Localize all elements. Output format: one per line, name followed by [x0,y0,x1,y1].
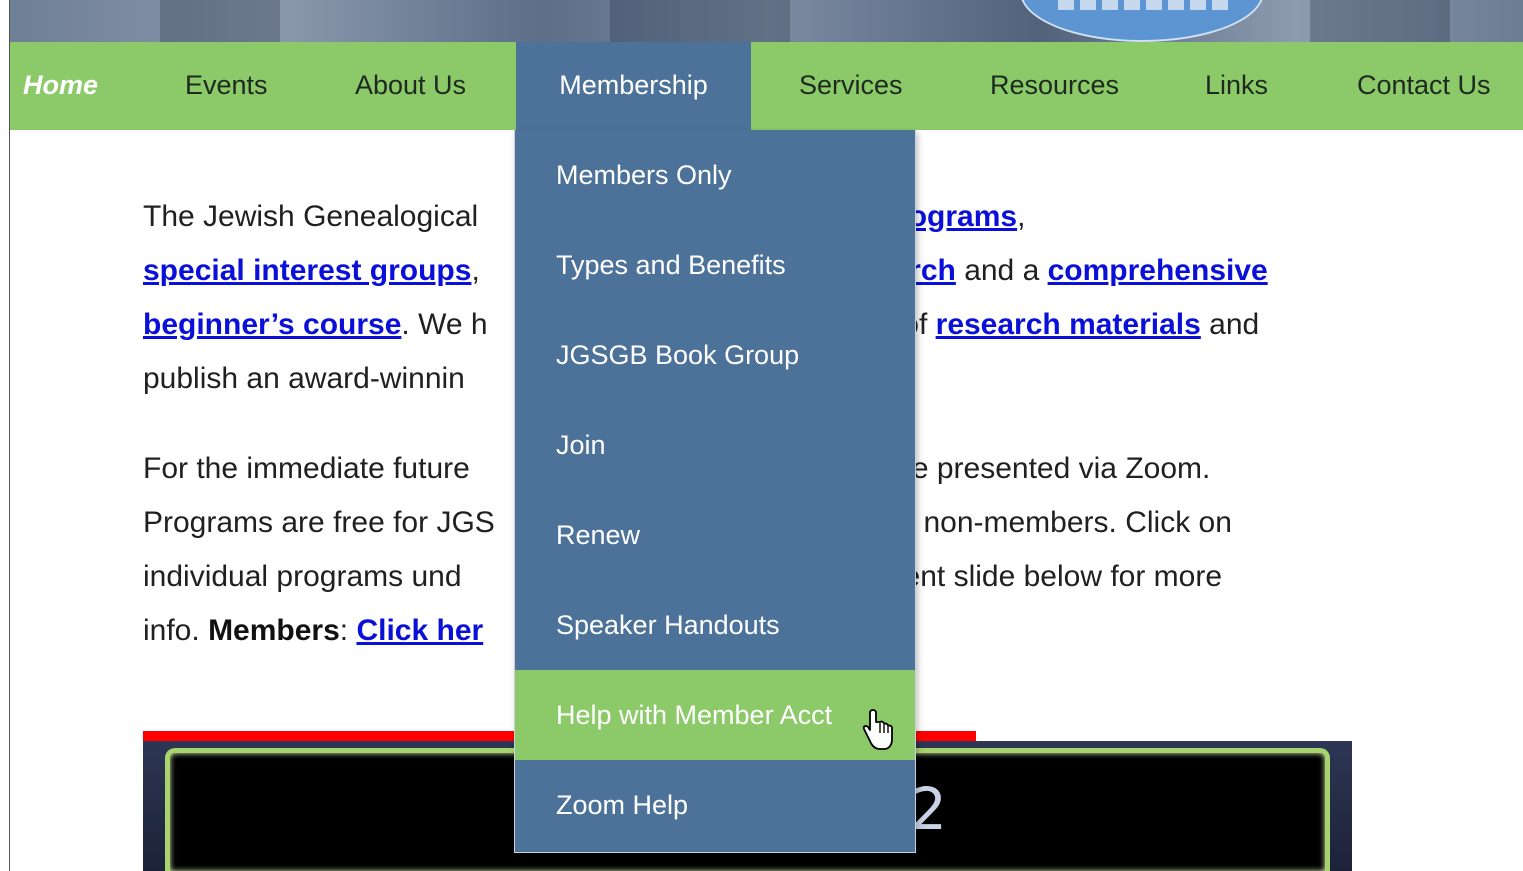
text: . We h [401,308,488,341]
text: and [1209,308,1260,341]
beginners-course-link[interactable]: beginner’s course [143,308,401,341]
text: event slide below for more [871,560,1223,593]
nav-item-membership[interactable]: Membership [516,42,751,130]
nav-item-about-us[interactable]: About Us [355,42,466,130]
text: and a [964,254,1040,287]
text: For the immediate future [143,452,470,485]
research-materials-link[interactable]: research materials [936,308,1201,341]
dropdown-item-renew[interactable]: Renew [515,490,915,580]
nav-item-services[interactable]: Services [799,42,903,130]
members-label: Members [208,614,340,647]
dropdown-item-types-and-benefits[interactable]: Types and Benefits [515,220,915,310]
hand-pointer-icon [862,709,893,750]
special-interest-groups-link[interactable]: special interest groups [143,254,471,287]
text: , [471,254,480,287]
dropdown-item-zoom-help[interactable]: Zoom Help [515,760,915,850]
nav-item-resources[interactable]: Resources [990,42,1119,130]
window-left-edge [0,0,10,871]
banner-shade [610,0,790,42]
text: Programs are free for JGS [143,506,495,539]
nav-item-events[interactable]: Events [185,42,268,130]
click-here-link[interactable]: Click her [356,614,483,647]
text: , [1017,200,1026,233]
dropdown-item-help-with-member-acct[interactable]: Help with Member Acct [515,670,915,760]
nav-item-contact-us[interactable]: Contact Us [1357,42,1491,130]
dropdown-item-book-group[interactable]: JGSGB Book Group [515,310,915,400]
dropdown-item-join[interactable]: Join [515,400,915,490]
text: The Jewish Genealogical [143,200,479,233]
dropdown-item-members-only[interactable]: Members Only [515,130,915,220]
text: publish an award-winnin [143,362,465,395]
dropdown-item-speaker-handouts[interactable]: Speaker Handouts [515,580,915,670]
text: r non-members. Click on [905,506,1232,539]
nav-item-home[interactable]: Home [23,42,98,130]
nav-item-links[interactable]: Links [1205,42,1268,130]
banner-shade [1310,0,1450,42]
banner-shade [160,0,280,42]
text: individual programs und [143,560,462,593]
text: : [339,614,349,647]
text: info. [143,614,200,647]
membership-dropdown-menu: Members Only Types and Benefits JGSGB Bo… [514,130,916,853]
main-navigation: Home Events About Us Membership Services… [10,42,1523,130]
header-logo-lettering [1058,0,1228,10]
header-banner-image [10,0,1523,42]
text: l be presented via Zoom. [880,452,1211,485]
comprehensive-link[interactable]: comprehensive [1048,254,1268,287]
